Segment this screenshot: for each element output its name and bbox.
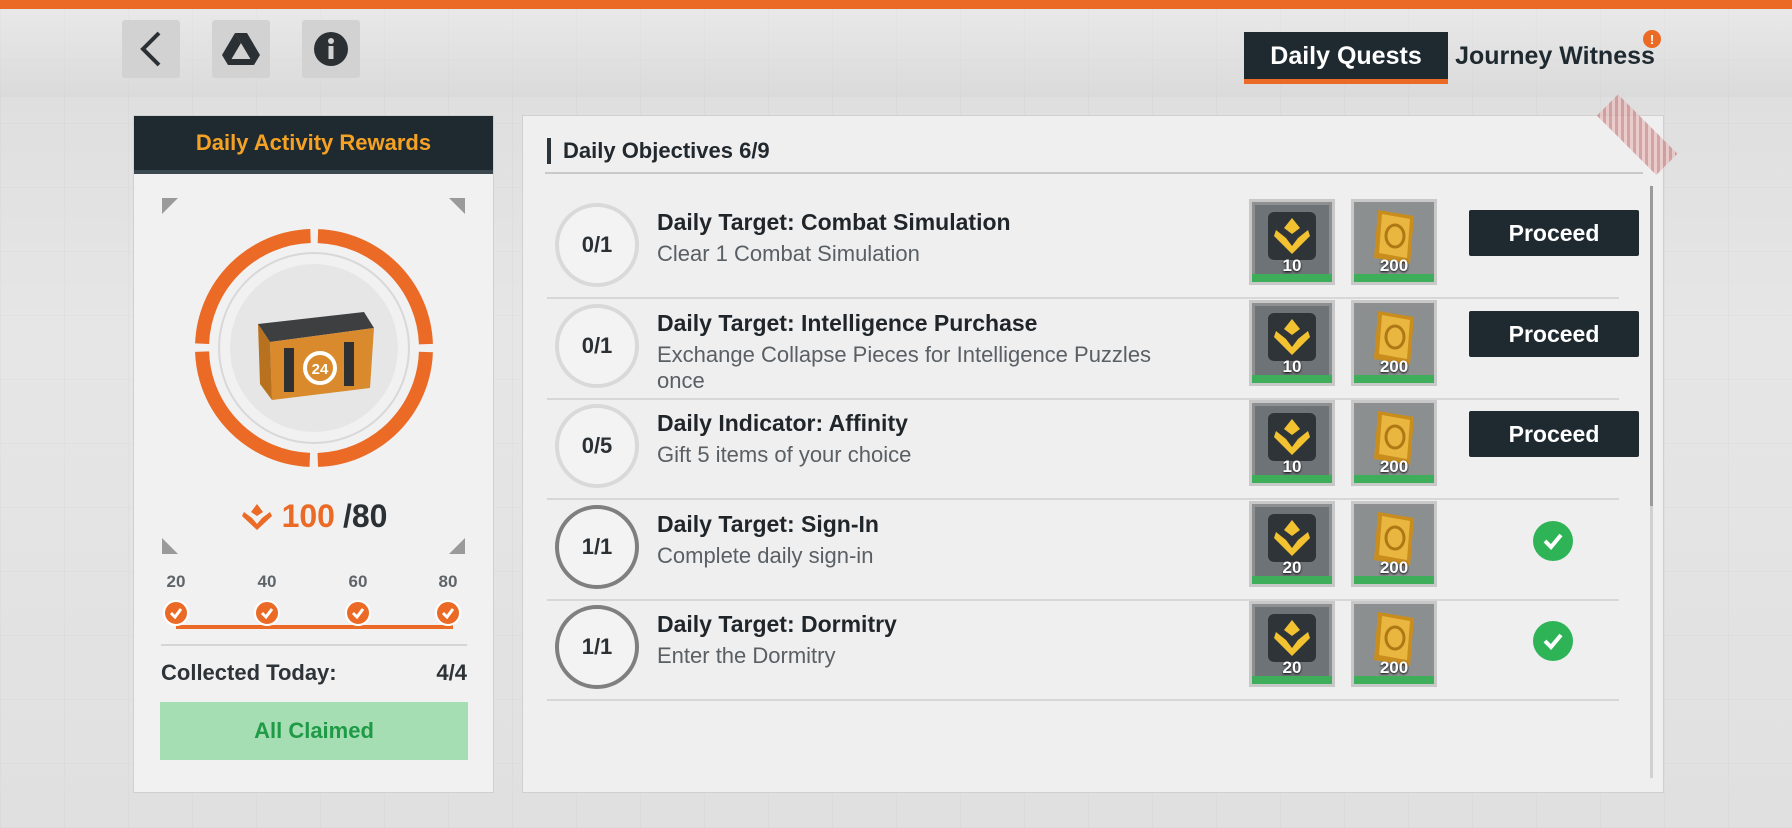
- drive-button[interactable]: [212, 20, 270, 78]
- objective-title: Daily Target: Sign-In: [657, 511, 879, 537]
- milestone-label: 20: [166, 572, 186, 591]
- collected-value: 4/4: [436, 660, 467, 685]
- divider: [161, 644, 467, 646]
- reward-quantity: 10: [1282, 457, 1302, 476]
- reward-activity-points[interactable]: 10: [1249, 400, 1335, 486]
- title-divider: [545, 172, 1643, 174]
- corner-bracket-icon: [449, 538, 465, 554]
- milestone-40[interactable]: 40: [247, 572, 287, 626]
- milestone-label: 80: [438, 572, 458, 591]
- progress-circle: 1/1: [555, 605, 639, 689]
- reward-quantity: 200: [1379, 658, 1409, 677]
- objectives-title: Daily Objectives 6/9: [547, 138, 770, 164]
- reward-quantity: 200: [1379, 558, 1409, 577]
- reward-quantity: 10: [1282, 357, 1302, 376]
- objective-row: 0/1 Daily Target: Combat Simulation Clear …: [547, 185, 1639, 299]
- milestone-label: 60: [348, 572, 368, 591]
- progress-circle: 0/1: [555, 304, 639, 388]
- svg-text:24: 24: [312, 361, 329, 378]
- milestone-80[interactable]: 80: [428, 572, 468, 626]
- check-icon: [435, 600, 461, 626]
- scrollbar-thumb[interactable]: [1650, 186, 1653, 506]
- activity-points-icon: [241, 503, 272, 530]
- objective-title: Daily Target: Dormitry: [657, 611, 897, 637]
- reward-activity-points[interactable]: 10: [1249, 300, 1335, 386]
- objective-desc: Gift 5 items of your choice: [657, 442, 912, 467]
- tab-daily-quests[interactable]: Daily Quests: [1244, 32, 1448, 84]
- reward-gold[interactable]: 200: [1351, 501, 1437, 587]
- daily-activity-title: Daily Activity Rewards: [134, 116, 493, 174]
- check-icon: [254, 600, 280, 626]
- corner-bracket-icon: [162, 538, 178, 554]
- collected-label: Collected Today:: [161, 660, 337, 685]
- milestone-track: 20 40 60 80: [134, 572, 493, 632]
- activity-ring: 24: [194, 228, 434, 468]
- collected-today: Collected Today: 4/4: [161, 660, 467, 686]
- drive-icon: [222, 33, 260, 65]
- corner-bracket-icon: [162, 198, 178, 214]
- progress-circle: 0/1: [555, 203, 639, 287]
- reward-quantity: 200: [1379, 357, 1409, 376]
- all-claimed-button[interactable]: All Claimed: [160, 702, 468, 760]
- objective-title: Daily Target: Combat Simulation: [657, 209, 1011, 235]
- activity-total: /80: [342, 498, 388, 534]
- reward-activity-points[interactable]: 20: [1249, 601, 1335, 687]
- completed-check-icon: [1533, 621, 1573, 661]
- supply-crate-icon: 24: [258, 312, 374, 400]
- objective-row: 1/1 Daily Target: Dormitry Enter the Dormi…: [547, 587, 1619, 701]
- daily-objectives-panel: Daily Objectives 6/9 0/1 Daily Target: Co…: [522, 94, 1678, 793]
- corner-bracket-icon: [449, 198, 465, 214]
- info-icon: [314, 32, 348, 66]
- reward-quantity: 10: [1282, 256, 1302, 275]
- check-icon: [345, 600, 371, 626]
- reward-gold[interactable]: 200: [1351, 300, 1437, 386]
- objective-row: 0/1 Daily Target: Intelligence Purchase Ex…: [547, 286, 1639, 400]
- reward-quantity: 200: [1379, 256, 1409, 275]
- objective-title: Daily Indicator: Affinity: [657, 410, 908, 436]
- progress-circle: 1/1: [555, 505, 639, 589]
- reward-quantity: 200: [1379, 457, 1409, 476]
- objective-row: 1/1 Daily Target: Sign-In Complete daily s…: [547, 487, 1619, 601]
- proceed-button[interactable]: Proceed: [1469, 210, 1639, 256]
- milestone-label: 40: [257, 572, 277, 591]
- progress-circle: 0/5: [555, 404, 639, 488]
- journey-alert-badge: !: [1643, 30, 1661, 48]
- reward-gold[interactable]: 200: [1351, 601, 1437, 687]
- check-icon: [163, 600, 189, 626]
- reward-quantity: 20: [1282, 558, 1302, 577]
- activity-score: 100/80: [134, 498, 493, 535]
- back-arrow-icon: [140, 31, 161, 67]
- top-accent-strip: [0, 0, 1792, 9]
- proceed-button[interactable]: Proceed: [1469, 311, 1639, 357]
- reward-activity-points[interactable]: 20: [1249, 501, 1335, 587]
- daily-activity-panel: Daily Activity Rewards 24 100/80 20 40 6…: [133, 115, 494, 793]
- objective-desc: Enter the Dormitry: [657, 643, 836, 668]
- objective-title: Daily Target: Intelligence Purchase: [657, 310, 1038, 336]
- info-button[interactable]: [302, 20, 360, 78]
- reward-gold[interactable]: 200: [1351, 400, 1437, 486]
- activity-current: 100: [281, 498, 335, 534]
- milestone-60[interactable]: 60: [338, 572, 378, 626]
- tab-journey-witness[interactable]: Journey Witness: [1450, 32, 1660, 80]
- milestone-progress-line: [176, 625, 453, 629]
- objective-row: 0/5 Daily Indicator: Affinity Gift 5 items…: [547, 386, 1639, 500]
- milestone-20[interactable]: 20: [156, 572, 196, 626]
- objective-desc: Complete daily sign-in: [657, 543, 874, 568]
- reward-activity-points[interactable]: 10: [1249, 199, 1335, 285]
- proceed-button[interactable]: Proceed: [1469, 411, 1639, 457]
- back-button[interactable]: [122, 20, 180, 78]
- objective-desc: Clear 1 Combat Simulation: [657, 241, 920, 266]
- reward-gold[interactable]: 200: [1351, 199, 1437, 285]
- reward-quantity: 20: [1282, 658, 1302, 677]
- completed-check-icon: [1533, 521, 1573, 561]
